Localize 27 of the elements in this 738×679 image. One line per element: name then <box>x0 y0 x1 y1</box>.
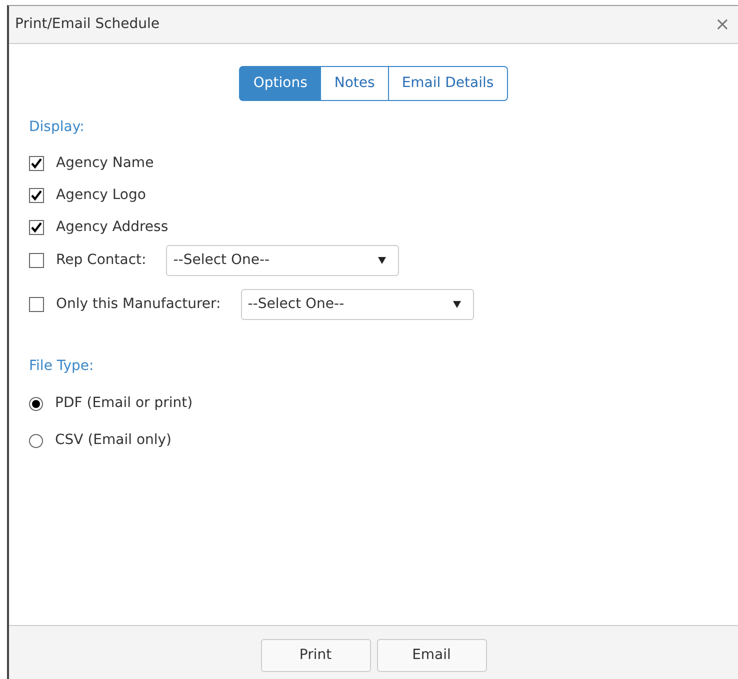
select-field[interactable]: --Select One-- <box>240 289 474 320</box>
caret-icon <box>378 257 386 264</box>
checkbox[interactable] <box>29 156 44 171</box>
option-label: Agency Address <box>56 218 168 237</box>
section-heading: Display: <box>29 118 86 137</box>
radio-button[interactable] <box>29 396 43 410</box>
tab[interactable]: Email Details <box>388 66 508 101</box>
checkbox[interactable] <box>29 188 44 203</box>
select-field[interactable]: --Select One-- <box>166 245 400 276</box>
action-button[interactable]: Email <box>376 639 486 672</box>
radio-button[interactable] <box>29 434 43 448</box>
option-label: Agency Name <box>56 154 154 173</box>
tab[interactable]: Notes <box>321 66 389 101</box>
action-button[interactable]: Print <box>260 639 370 672</box>
caret-icon <box>452 301 461 308</box>
option-label: Agency Logo <box>56 186 146 205</box>
checkbox[interactable] <box>29 253 44 268</box>
option-label: Only this Manufacturer: <box>56 295 221 314</box>
close-button[interactable]: × <box>712 16 732 34</box>
window-title: Print/Email Schedule <box>15 15 160 34</box>
option-label: CSV (Email only) <box>55 431 172 450</box>
checkbox[interactable] <box>29 220 44 235</box>
section-heading: File Type: <box>29 357 95 376</box>
checkbox[interactable] <box>29 297 44 312</box>
option-label: Rep Contact: <box>56 251 146 270</box>
option-label: PDF (Email or print) <box>55 394 193 413</box>
tab[interactable]: Options <box>239 66 322 101</box>
